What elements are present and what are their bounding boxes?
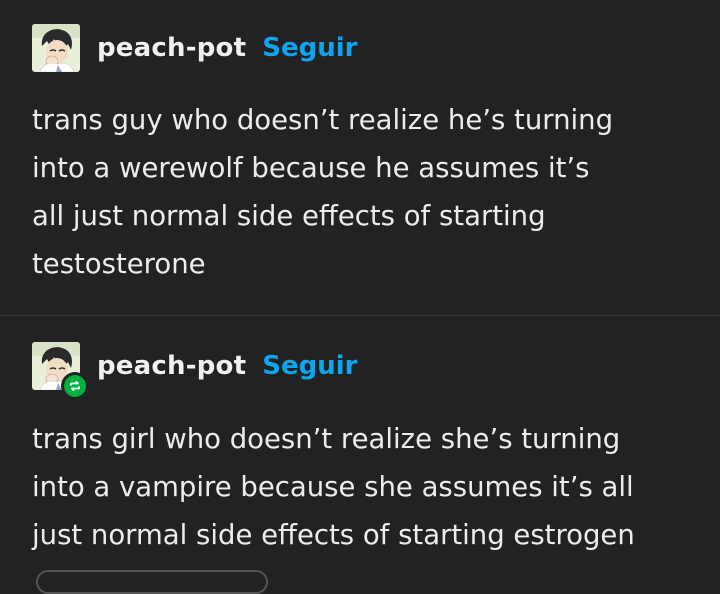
user-avatar-icon[interactable]: [32, 342, 89, 400]
action-pill[interactable]: [36, 570, 268, 594]
user-avatar-icon[interactable]: [32, 24, 80, 72]
post-body: trans girl who doesn’t realize she’s tur…: [32, 415, 692, 559]
post-body-line: just normal side effects of starting est…: [32, 519, 635, 551]
post-body-line: testosterone: [32, 248, 206, 280]
username[interactable]: peach-pot: [97, 351, 246, 381]
post-body-line: into a vampire because she assumes it’s …: [32, 471, 634, 503]
reblog-post: peach-pot Seguir trans girl who doesn’t …: [0, 316, 720, 575]
follow-button[interactable]: Seguir: [262, 33, 357, 63]
post-body: trans guy who doesn’t realize he’s turni…: [32, 96, 692, 288]
post-body-line: into a werewolf because he assumes it’s: [32, 152, 590, 184]
post-body-line: trans girl who doesn’t realize she’s tur…: [32, 423, 621, 455]
post: peach-pot Seguir trans guy who doesn’t r…: [0, 0, 720, 315]
post-header: peach-pot Seguir: [32, 24, 357, 72]
reblog-icon: [64, 375, 86, 397]
follow-button[interactable]: Seguir: [262, 351, 357, 381]
post-body-line: trans guy who doesn’t realize he’s turni…: [32, 104, 614, 136]
reblog-badge: [61, 372, 89, 400]
post-body-line: all just normal side effects of starting: [32, 200, 546, 232]
username[interactable]: peach-pot: [97, 33, 246, 63]
post-header: peach-pot Seguir: [32, 342, 357, 400]
